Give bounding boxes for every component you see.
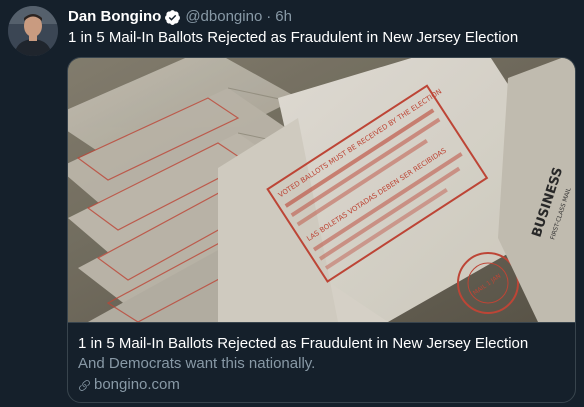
author-avatar[interactable] xyxy=(8,6,58,56)
card-description: And Democrats want this nationally. xyxy=(78,355,316,372)
user-avatar-image xyxy=(8,6,58,56)
link-preview-card[interactable]: VOTED BALLOTS MUST BE RECEIVED BY THE EL… xyxy=(67,57,576,403)
link-icon xyxy=(79,379,90,391)
card-domain-text[interactable]: bongino.com xyxy=(94,374,180,396)
card-image[interactable]: VOTED BALLOTS MUST BE RECEIVED BY THE EL… xyxy=(68,58,575,322)
tweet-text: 1 in 5 Mail-In Ballots Rejected as Fraud… xyxy=(68,29,519,46)
card-body[interactable]: 1 in 5 Mail-In Ballots Rejected as Fraud… xyxy=(68,322,575,402)
tweet-timestamp[interactable]: 6h xyxy=(275,7,292,27)
ballot-envelopes-image: VOTED BALLOTS MUST BE RECEIVED BY THE EL… xyxy=(68,58,575,322)
verified-badge-icon xyxy=(165,9,181,25)
author-handle[interactable]: @dbongino xyxy=(185,7,262,27)
tweet-header: Dan Bongino @dbongino · 6h xyxy=(68,7,292,27)
author-name[interactable]: Dan Bongino xyxy=(68,7,161,27)
tweet[interactable]: Dan Bongino @dbongino · 6h 1 in 5 Mail-I… xyxy=(0,0,584,407)
header-separator: · xyxy=(266,8,272,25)
card-title[interactable]: 1 in 5 Mail-In Ballots Rejected as Fraud… xyxy=(78,334,565,354)
card-domain[interactable]: bongino.com xyxy=(78,374,565,396)
